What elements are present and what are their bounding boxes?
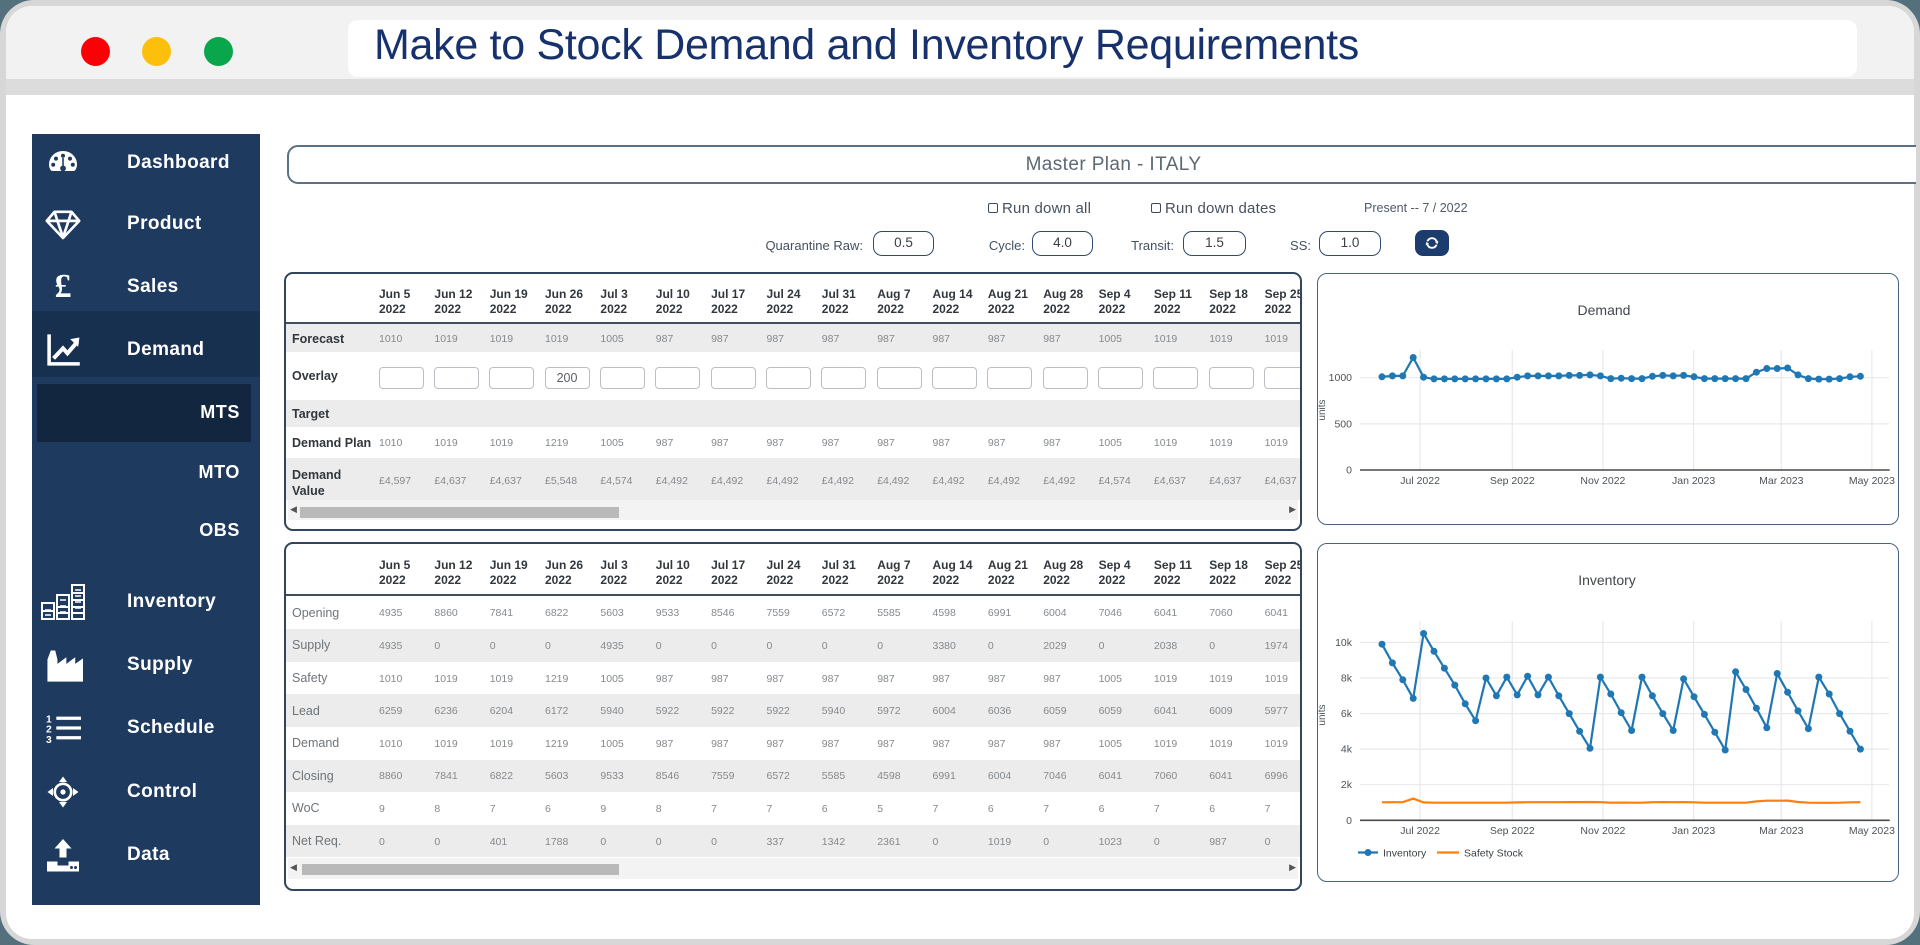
svg-text:Nov 2022: Nov 2022 [1580,475,1625,487]
svg-text:Jan 2023: Jan 2023 [1672,825,1715,837]
svg-text:£: £ [55,268,72,304]
svg-text:Inventory: Inventory [1383,848,1427,860]
svg-text:10k: 10k [1335,637,1353,649]
svg-text:0: 0 [1346,815,1352,827]
svg-text:3: 3 [46,735,52,746]
svg-text:Jul 2022: Jul 2022 [1400,475,1440,487]
svg-text:0: 0 [1346,465,1352,477]
svg-text:Mar 2023: Mar 2023 [1759,475,1804,487]
svg-text:units: units [1317,399,1328,420]
svg-text:May 2023: May 2023 [1849,475,1895,487]
svg-text:May 2023: May 2023 [1849,825,1895,837]
svg-text:6k: 6k [1341,708,1353,720]
svg-text:2k: 2k [1341,779,1353,791]
svg-text:Safety Stock: Safety Stock [1464,848,1524,860]
svg-text:500: 500 [1334,418,1352,430]
svg-text:Inventory: Inventory [1578,572,1636,588]
svg-text:Nov 2022: Nov 2022 [1580,825,1625,837]
svg-text:Jan 2023: Jan 2023 [1672,475,1715,487]
svg-text:Sep 2022: Sep 2022 [1490,825,1535,837]
svg-text:8k: 8k [1341,673,1353,685]
svg-text:1000: 1000 [1329,372,1353,384]
svg-text:4k: 4k [1341,744,1353,756]
svg-text:Jul 2022: Jul 2022 [1400,825,1440,837]
svg-text:Demand: Demand [1578,302,1631,318]
svg-text:units: units [1317,704,1328,725]
svg-text:Sep 2022: Sep 2022 [1490,475,1535,487]
svg-text:Mar 2023: Mar 2023 [1759,825,1804,837]
